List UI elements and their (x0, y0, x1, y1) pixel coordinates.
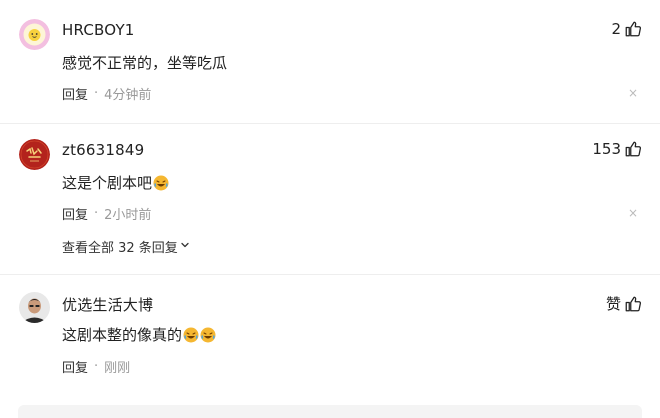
reply-button[interactable]: 回复 (62, 84, 88, 103)
reply-button[interactable]: 回复 (62, 204, 88, 223)
comment-input-bar[interactable] (18, 405, 642, 418)
laughing-tears-emoji (200, 327, 216, 343)
like-label: 赞 (605, 295, 621, 313)
comment-text: 感觉不正常的，坐等吃瓜 (62, 52, 227, 73)
view-all-replies-label: 查看全部 32 条回复 (62, 241, 178, 256)
username[interactable]: HRCBOY1 (62, 21, 135, 39)
close-icon[interactable]: × (628, 87, 638, 99)
comment-meta: 回复 · 刚刚 (62, 357, 130, 376)
red-calligraphy-avatar (19, 139, 50, 170)
avatar[interactable] (19, 139, 50, 170)
meta-separator: · (94, 206, 99, 221)
username[interactable]: 优选生活大博 (62, 294, 153, 315)
like-button[interactable]: 赞 (606, 293, 642, 314)
comment-text-content: 这是个剧本吧 (62, 174, 153, 192)
like-count: 2 (611, 20, 621, 38)
like-button[interactable]: 153 (592, 140, 642, 158)
thumbs-up-icon (624, 20, 642, 38)
like-button[interactable]: 2 (611, 20, 642, 38)
avatar[interactable] (19, 292, 50, 323)
comment-meta: 回复 · 2小时前 (62, 204, 151, 223)
comment-text-content: 这剧本整的像真的 (62, 326, 183, 344)
avatar[interactable] (19, 19, 50, 50)
divider (0, 123, 660, 124)
divider (0, 274, 660, 275)
laughing-tears-emoji (183, 327, 199, 343)
chevron-down-icon (180, 239, 190, 254)
thumbs-up-icon (624, 140, 642, 158)
close-icon[interactable]: × (628, 207, 638, 219)
view-all-replies-button[interactable]: 查看全部 32 条回复 (62, 237, 190, 256)
comment-meta: 回复 · 4分钟前 (62, 84, 151, 103)
like-count: 153 (592, 140, 621, 158)
timestamp: 4分钟前 (104, 88, 152, 103)
timestamp: 刚刚 (104, 361, 131, 376)
timestamp: 2小时前 (104, 208, 152, 223)
meta-separator: · (94, 86, 99, 101)
comment-text: 这剧本整的像真的 (62, 324, 216, 345)
laughing-tears-emoji (153, 175, 169, 191)
comment-text-content: 感觉不正常的，坐等吃瓜 (62, 54, 228, 72)
meta-separator: · (94, 359, 99, 374)
man-photo-avatar (19, 292, 50, 323)
reply-button[interactable]: 回复 (62, 357, 88, 376)
username[interactable]: zt6631849 (62, 141, 144, 159)
comment-text: 这是个剧本吧 (62, 172, 169, 193)
thumbs-up-icon (624, 295, 642, 313)
egg-face-icon (19, 19, 50, 50)
